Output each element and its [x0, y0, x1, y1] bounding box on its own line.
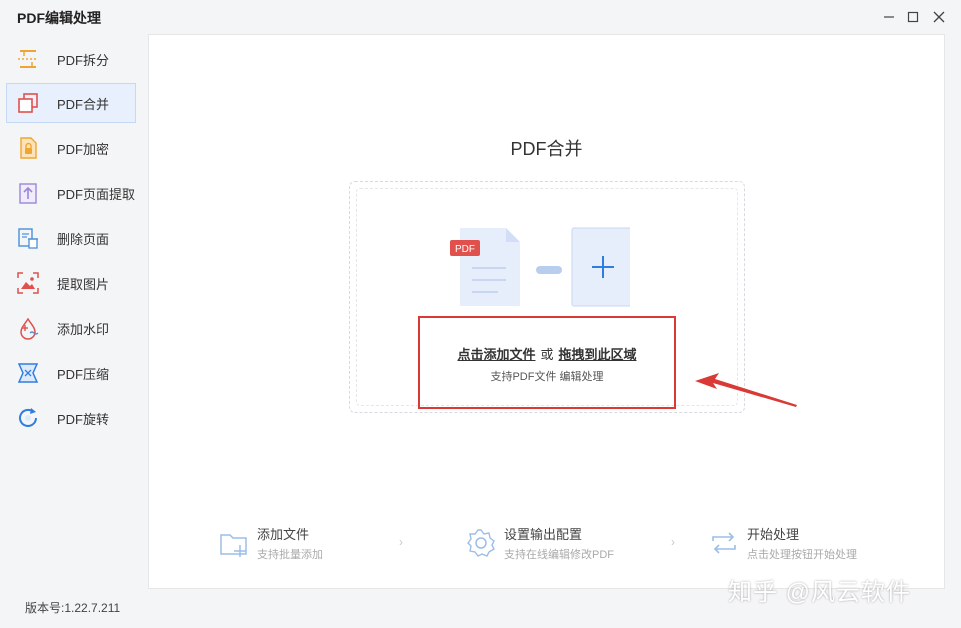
title-bar: PDF编辑处理 — [0, 0, 961, 34]
sidebar-item-label: 添加水印 — [57, 321, 110, 337]
step-desc: 点击处理按钮开始处理 — [747, 549, 857, 561]
minimize-button[interactable] — [878, 6, 900, 28]
chevron-right-icon: › — [399, 535, 403, 549]
sidebar-item-rotate[interactable]: PDF旋转 — [6, 398, 136, 438]
step-title: 设置输出配置 — [504, 527, 583, 542]
version-label: 版本号:1.22.7.211 — [25, 601, 121, 615]
close-icon — [933, 11, 945, 23]
sidebar-item-encrypt[interactable]: PDF加密 — [6, 128, 136, 168]
watermark-icon — [15, 315, 41, 341]
sidebar-item-label: 删除页面 — [57, 231, 110, 247]
sidebar-item-label: PDF加密 — [57, 141, 110, 157]
page-title: PDF合并 — [510, 139, 583, 159]
step-title: 添加文件 — [257, 527, 310, 542]
drop-instructions: 点击添加文件或拖拽到此区域 — [420, 344, 674, 363]
extract-page-icon — [15, 180, 41, 206]
chevron-right-icon: › — [671, 535, 675, 549]
gear-icon — [464, 526, 498, 560]
minimize-icon — [884, 16, 894, 18]
add-folder-icon — [217, 526, 251, 560]
step-start-process[interactable]: 开始处理 点击处理按钮开始处理 — [707, 521, 857, 565]
step-desc: 支持批量添加 — [257, 549, 323, 561]
main-panel: PDF合并 PDF 点击添加文件或拖拽到此区域 支持PDF文件 编辑处理 添加文… — [148, 34, 945, 589]
steps-bar: 添加文件 支持批量添加 › 设置输出配置 支持在线编辑修改PDF › 开始处理 … — [149, 521, 944, 565]
click-add-file-link[interactable]: 点击添加文件 — [457, 347, 535, 362]
sidebar-item-label: PDF页面提取 — [56, 186, 135, 202]
red-arrow-annotation — [695, 373, 797, 407]
file-dropzone[interactable]: PDF 点击添加文件或拖拽到此区域 支持PDF文件 编辑处理 — [349, 181, 745, 413]
extract-image-icon — [15, 270, 41, 296]
lock-icon — [15, 135, 41, 161]
merge-icon — [15, 90, 41, 116]
step-title: 开始处理 — [747, 527, 800, 542]
step-add-file[interactable]: 添加文件 支持批量添加 — [217, 521, 323, 565]
sidebar-item-label: PDF旋转 — [57, 411, 110, 427]
step-desc: 支持在线编辑修改PDF — [504, 549, 614, 561]
split-icon — [15, 46, 41, 72]
sidebar: PDF拆分 PDF合并 PDF加密 PDF页面提取 删除页面 提取图片 添加水印… — [0, 36, 148, 596]
drop-text-highlight: 点击添加文件或拖拽到此区域 支持PDF文件 编辑处理 — [418, 316, 676, 409]
drag-here-label: 拖拽到此区域 — [558, 347, 637, 362]
maximize-icon — [907, 11, 919, 23]
close-button[interactable] — [928, 6, 950, 28]
app-title: PDF编辑处理 — [17, 10, 101, 26]
rotate-icon — [15, 405, 41, 431]
delete-page-icon — [15, 225, 41, 251]
or-label: 或 — [540, 347, 554, 362]
sidebar-item-label: PDF压缩 — [57, 366, 110, 382]
drop-support-text: 支持PDF文件 编辑处理 — [490, 371, 604, 383]
sidebar-item-watermark[interactable]: 添加水印 — [6, 308, 136, 348]
sidebar-item-compress[interactable]: PDF压缩 — [6, 353, 136, 393]
maximize-button[interactable] — [902, 6, 924, 28]
watermark-text: 知乎 @风云软件 — [728, 579, 912, 606]
pdf-badge: PDF — [455, 244, 475, 255]
sidebar-item-merge[interactable]: PDF合并 — [6, 83, 136, 123]
compress-icon — [15, 360, 41, 386]
sidebar-item-label: PDF拆分 — [57, 52, 110, 68]
sidebar-item-extract-page[interactable]: PDF页面提取 — [6, 173, 136, 213]
sidebar-item-label: PDF合并 — [57, 96, 110, 112]
sidebar-item-extract-image[interactable]: 提取图片 — [6, 263, 136, 303]
step-output-config[interactable]: 设置输出配置 支持在线编辑修改PDF — [464, 521, 614, 565]
sidebar-item-delete-page[interactable]: 删除页面 — [6, 218, 136, 258]
process-icon — [707, 526, 741, 560]
sidebar-item-split[interactable]: PDF拆分 — [6, 39, 136, 79]
file-merge-illustration: PDF — [450, 227, 630, 307]
sidebar-item-label: 提取图片 — [57, 276, 110, 292]
